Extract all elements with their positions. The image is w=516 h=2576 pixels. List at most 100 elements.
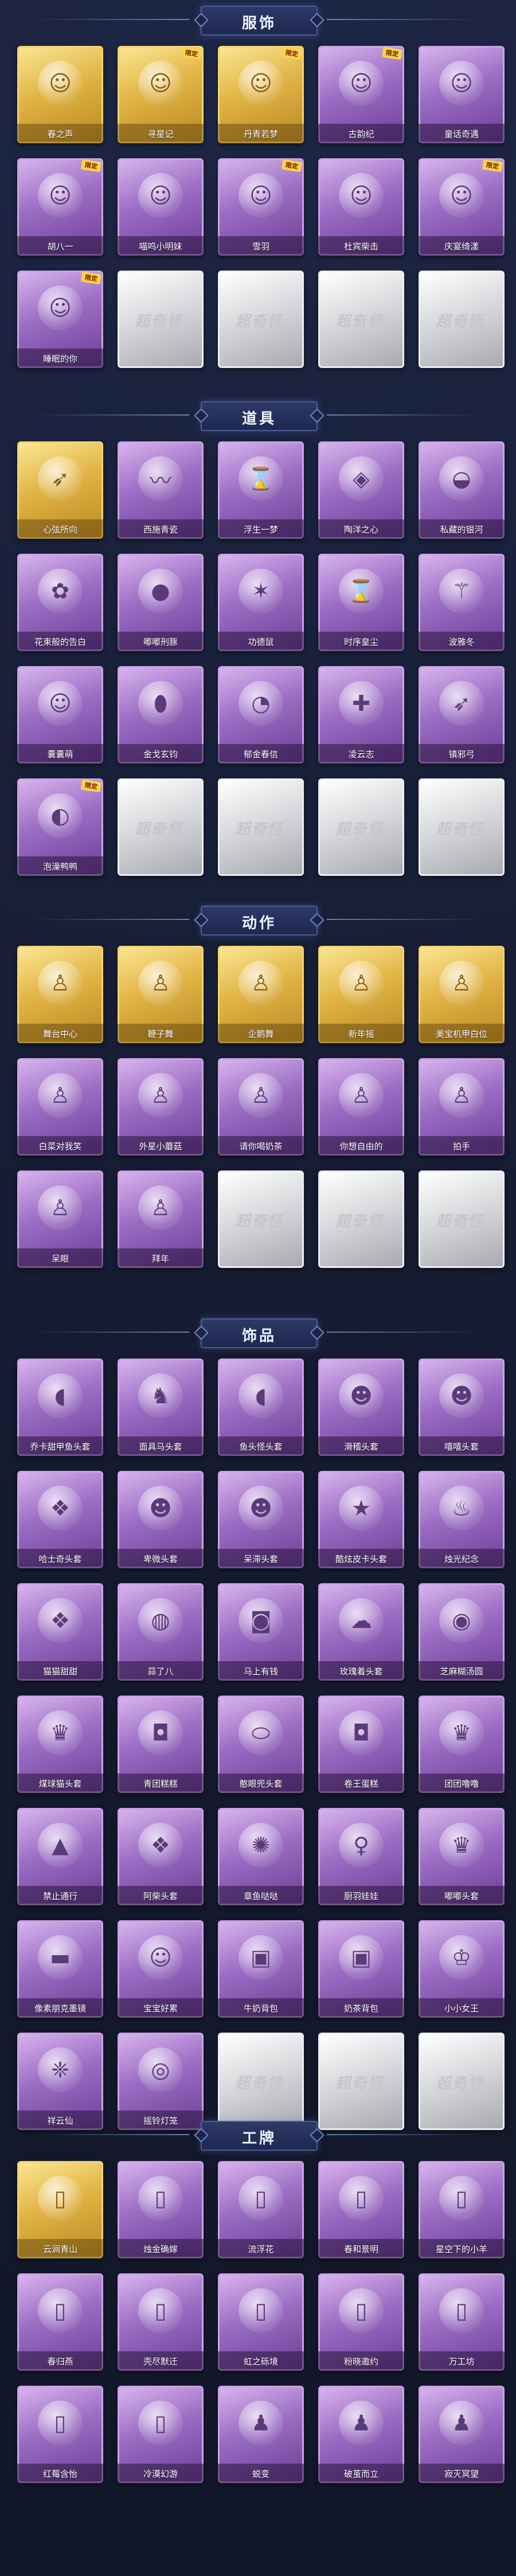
item-card[interactable]: ♙ 呆眼 [17,1170,103,1268]
item-card[interactable]: ✶ 功德鼠 [218,554,304,651]
item-card[interactable]: ◙ 马上有钱 [218,1583,304,1681]
item-card[interactable]: ♛ 嘟嘟头套 [419,1808,505,1905]
item-card[interactable]: ❖ 阿柴头套 [118,1808,204,1905]
item-card[interactable]: ▲ 禁止通行 [17,1808,103,1905]
item-card[interactable]: ▣ 奶茶背包 [318,1920,404,2018]
item-card[interactable]: ♙ 白菜对我笑 [17,1058,103,1156]
locked-item-card[interactable]: 超奇怪 [318,271,404,368]
character-icon: ☺ [339,61,384,105]
item-card[interactable]: ☺ 限定 丹青若梦 [218,46,304,143]
label-bar: 卷王蛋糕 [318,1774,404,1793]
section-1: 服饰 ☺ 春之声 ☺ 限定 寻星记 ☺ 限定 丹青若梦 ☺ 限定 古韵纪 ☺ 童话奇遇 ☺ 限定 胡八一 ☺ 喵呜小… [0,0,516,368]
item-card[interactable]: ▯ 春归燕 [17,2273,103,2371]
item-card[interactable]: ◔ 郁金春信 [218,666,304,764]
item-card[interactable]: ♟ 寂灭冥望 [419,2386,505,2483]
item-card[interactable]: ▯ 万工坊 [419,2273,505,2371]
item-card[interactable]: ▯ 红莓含怡 [17,2386,103,2483]
item-card[interactable]: ⌛ 时序皇尘 [318,554,404,651]
locked-item-card[interactable]: 超奇怪 [218,778,304,876]
item-card[interactable]: ♙ 新年摇 [318,946,404,1043]
item-card[interactable]: ● 嘟嘟刑豚 [118,554,204,651]
item-card[interactable]: ♙ 美宝机甲白位 [419,946,505,1043]
item-card[interactable]: ☺ 限定 胡八一 [17,158,103,256]
item-card[interactable]: ❖ 哈士奇头套 [17,1471,103,1568]
item-card[interactable]: ❖ 猫猫甜甜 [17,1583,103,1681]
locked-item-card[interactable]: 超奇怪 [218,271,304,368]
item-card[interactable]: ♟ 破茧而立 [318,2386,404,2483]
item-card[interactable]: ◖ 乔卡甜甲鱼头套 [17,1359,103,1456]
locked-item-card[interactable]: 超奇怪 [318,1170,404,1268]
item-card[interactable]: ◐ 限定 泡澡鸭鸭 [17,778,103,876]
item-card[interactable]: ☻ 嘻嘻头套 [419,1359,505,1456]
item-card[interactable]: ♛ 煤球猫头套 [17,1696,103,1793]
item-card[interactable]: ★ 酷炫皮卡头套 [318,1471,404,1568]
locked-item-card[interactable]: 超奇怪 [118,271,204,368]
item-card[interactable]: ▯ 春和景明 [318,2161,404,2258]
item-card[interactable]: ♔ 小小女王 [419,1920,505,2018]
item-card[interactable]: ☁ 玫瑰着头套 [318,1583,404,1681]
item-card[interactable]: ▯ 星空下的小羊 [419,2161,505,2258]
item-card[interactable]: ☻ 卑微头套 [118,1471,204,1568]
item-card[interactable]: ♙ 外星小蘑菇 [118,1058,204,1156]
item-card[interactable]: ☺ 限定 古韵纪 [318,46,404,143]
item-card[interactable]: ✺ 章鱼哒哒 [218,1808,304,1905]
item-card[interactable]: ☺ 童话奇遇 [419,46,505,143]
item-card[interactable]: ◒ 私藏的银河 [419,441,505,539]
item-card[interactable]: ⚚ 波雅冬 [419,554,505,651]
item-card[interactable]: ✚ 凌云志 [318,666,404,764]
item-card[interactable]: ✿ 花束般的告白 [17,554,103,651]
item-card[interactable]: ☺ 喵呜小明妹 [118,158,204,256]
item-card[interactable]: ➶ 心弦所向 [17,441,103,539]
pendant-icon: ◈ [339,456,384,501]
item-card[interactable]: ◈ 陶洋之心 [318,441,404,539]
item-card[interactable]: ♙ 请你喝奶茶 [218,1058,304,1156]
item-card[interactable]: ♙ 拜年 [118,1170,204,1268]
item-card[interactable]: 〰西施青瓷 [118,441,204,539]
item-card[interactable]: ☺ 宝宝好累 [118,1920,204,2018]
item-card[interactable]: ▯ 冷漠幻游 [118,2386,204,2483]
locked-item-card[interactable]: 超奇怪 [419,1170,505,1268]
item-card[interactable]: ☺ 限定 寻星记 [118,46,204,143]
item-card[interactable]: ☺ 限定 雪羽 [218,158,304,256]
item-card[interactable]: ▯ 流浮花 [218,2161,304,2258]
label-bar: 像素朋克墨镜 [17,1998,103,2018]
item-card[interactable]: ☺ 限定 庆宴绮漾 [419,158,505,256]
item-card[interactable]: ☺ 限定 睡眠的你 [17,271,103,368]
item-card[interactable]: ☻ 滑稽头套 [318,1359,404,1456]
item-card[interactable]: ⬭ 憨眼兜头套 [218,1696,304,1793]
item-card[interactable]: ◉ 芝麻糊汤圆 [419,1583,505,1681]
locked-item-card[interactable]: 超奇怪 [318,778,404,876]
item-card[interactable]: ♙ 舞台中心 [17,946,103,1043]
item-card[interactable]: ♨ 烛光纪念 [419,1471,505,1568]
item-card[interactable]: ▯ 粉晓邀约 [318,2273,404,2371]
item-card[interactable]: ♀ 厨羽娃娃 [318,1808,404,1905]
item-card[interactable]: ☺ 囊囊萌 [17,666,103,764]
item-card[interactable]: ⌛ 浮生一梦 [218,441,304,539]
item-card[interactable]: ▬ 像素朋克墨镜 [17,1920,103,2018]
item-card[interactable]: ◘ 卷王蛋糕 [318,1696,404,1793]
item-card[interactable]: ▯ 虹之砾境 [218,2273,304,2371]
item-card[interactable]: ◍ 蒜了八 [118,1583,204,1681]
item-card[interactable]: ☻ 呆滞头套 [218,1471,304,1568]
item-card[interactable]: ⬮ 金戈玄钧 [118,666,204,764]
item-card[interactable]: ◖ 鱼头怪头套 [218,1359,304,1456]
item-card[interactable]: ♟ 蜕变 [218,2386,304,2483]
item-card[interactable]: ♙ 你想自由的 [318,1058,404,1156]
item-card[interactable]: ♙ 拍手 [419,1058,505,1156]
item-card[interactable]: ▣ 牛奶背包 [218,1920,304,2018]
item-card[interactable]: ♞ 面具马头套 [118,1359,204,1456]
locked-item-card[interactable]: 超奇怪 [419,271,505,368]
item-card[interactable]: ➶ 镇邪弓 [419,666,505,764]
item-card[interactable]: ▯ 云涧青山 [17,2161,103,2258]
item-card[interactable]: ▯ 壳尽默迁 [118,2273,204,2371]
item-card[interactable]: ☺ 杜宾柴击 [318,158,404,256]
item-card[interactable]: ◘ 青团糕糕 [118,1696,204,1793]
item-card[interactable]: ♙ 鞭子舞 [118,946,204,1043]
locked-item-card[interactable]: 超奇怪 [118,778,204,876]
locked-item-card[interactable]: 超奇怪 [218,1170,304,1268]
item-card[interactable]: ▯ 烛金确嫁 [118,2161,204,2258]
locked-item-card[interactable]: 超奇怪 [419,778,505,876]
item-card[interactable]: ♛ 团团噜噜 [419,1696,505,1793]
item-card[interactable]: ☺ 春之声 [17,46,103,143]
item-card[interactable]: ♙ 企鹅舞 [218,946,304,1043]
